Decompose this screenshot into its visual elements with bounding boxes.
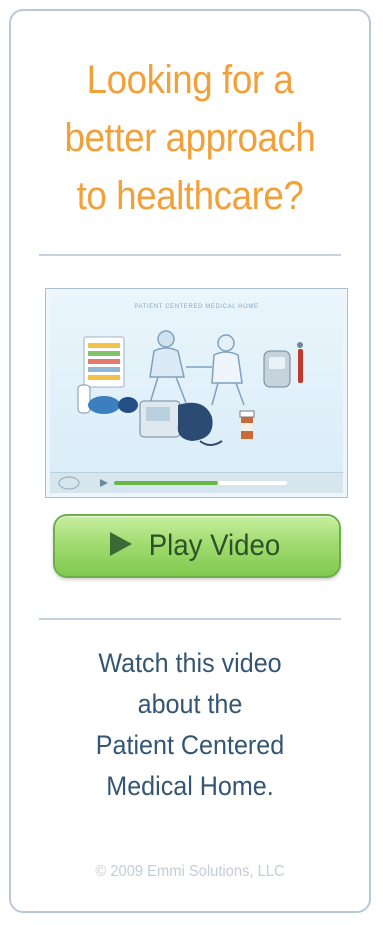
headline-line-3: to healthcare? bbox=[76, 174, 304, 218]
promo-panel: Looking for a better approach to healthc… bbox=[9, 9, 371, 913]
play-icon bbox=[109, 531, 133, 562]
pill-bottle-icon bbox=[239, 410, 255, 439]
glucose-meter-icon bbox=[263, 342, 303, 388]
player-logo-icon bbox=[58, 476, 80, 490]
health-chart-icon bbox=[83, 336, 125, 388]
description-line-2: about the bbox=[137, 689, 243, 719]
player-play-icon[interactable] bbox=[100, 479, 108, 487]
doctor-patient-icon bbox=[149, 330, 245, 406]
inhaler-icon bbox=[77, 384, 138, 414]
play-video-button[interactable]: Play Video bbox=[53, 514, 341, 578]
blood-pressure-monitor-icon bbox=[139, 400, 223, 446]
progress-track[interactable] bbox=[114, 481, 287, 485]
play-video-label: Play Video bbox=[148, 529, 280, 562]
description-line-4: Medical Home. bbox=[106, 771, 274, 801]
headline-line-1: Looking for a bbox=[86, 58, 294, 102]
description: Watch this video about the Patient Cente… bbox=[24, 643, 357, 807]
divider-bottom bbox=[39, 618, 341, 620]
description-line-3: Patient Centered bbox=[95, 730, 285, 760]
thumbnail-illustration bbox=[77, 330, 303, 446]
video-screen[interactable]: PATIENT CENTERED MEDICAL HOME bbox=[50, 293, 343, 493]
video-thumbnail[interactable]: PATIENT CENTERED MEDICAL HOME bbox=[45, 288, 348, 498]
player-controls[interactable] bbox=[50, 472, 343, 493]
description-line-1: Watch this video bbox=[98, 648, 282, 678]
copyright-text: © 2009 Emmi Solutions, LLC bbox=[95, 863, 285, 880]
progress-fill bbox=[114, 481, 218, 485]
divider-top bbox=[39, 254, 341, 256]
headline-line-2: better approach bbox=[64, 116, 316, 160]
headline: Looking for a better approach to healthc… bbox=[25, 51, 354, 225]
